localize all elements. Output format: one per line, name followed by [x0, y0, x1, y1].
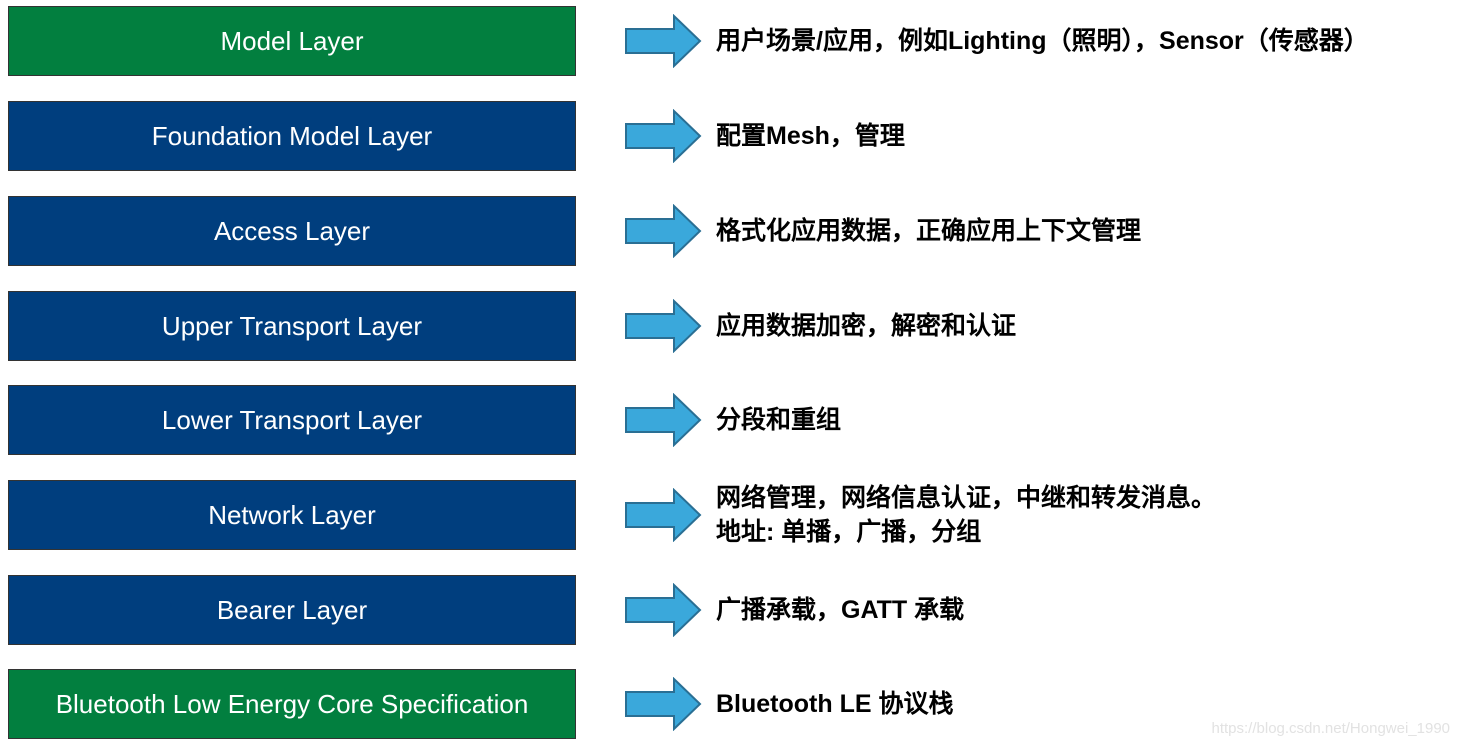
layer-box: Access Layer [8, 196, 576, 266]
layer-description: 网络管理，网络信息认证，中继和转发消息。 地址: 单播，广播，分组 [716, 484, 1217, 546]
arrow-right-icon [625, 14, 702, 68]
layer-box: Bluetooth Low Energy Core Specification [8, 669, 576, 739]
layer-description: 配置Mesh，管理 [716, 122, 905, 150]
arrow-right-icon [625, 677, 702, 731]
layer-box: Foundation Model Layer [8, 101, 576, 171]
arrow-right-icon [625, 488, 702, 542]
layer-box: Network Layer [8, 480, 576, 550]
layer-box: Model Layer [8, 6, 576, 76]
arrow-right-icon [625, 393, 702, 447]
layer-description: 广播承载，GATT 承载 [716, 596, 965, 624]
layer-description: 格式化应用数据，正确应用上下文管理 [716, 217, 1142, 245]
arrow-right-icon [625, 204, 702, 258]
layer-box: Bearer Layer [8, 575, 576, 645]
arrow-right-icon [625, 583, 702, 637]
layer-box: Upper Transport Layer [8, 291, 576, 361]
watermark: https://blog.csdn.net/Hongwei_1990 [1211, 720, 1451, 737]
layer-description: 应用数据加密，解密和认证 [716, 312, 1017, 340]
layer-description: Bluetooth LE 协议栈 [716, 690, 954, 718]
arrow-right-icon [625, 109, 702, 163]
arrow-right-icon [625, 299, 702, 353]
layer-box: Lower Transport Layer [8, 385, 576, 455]
layer-description: 分段和重组 [716, 406, 842, 434]
layer-description: 用户场景/应用，例如Lighting（照明），Sensor（传感器） [716, 27, 1369, 55]
